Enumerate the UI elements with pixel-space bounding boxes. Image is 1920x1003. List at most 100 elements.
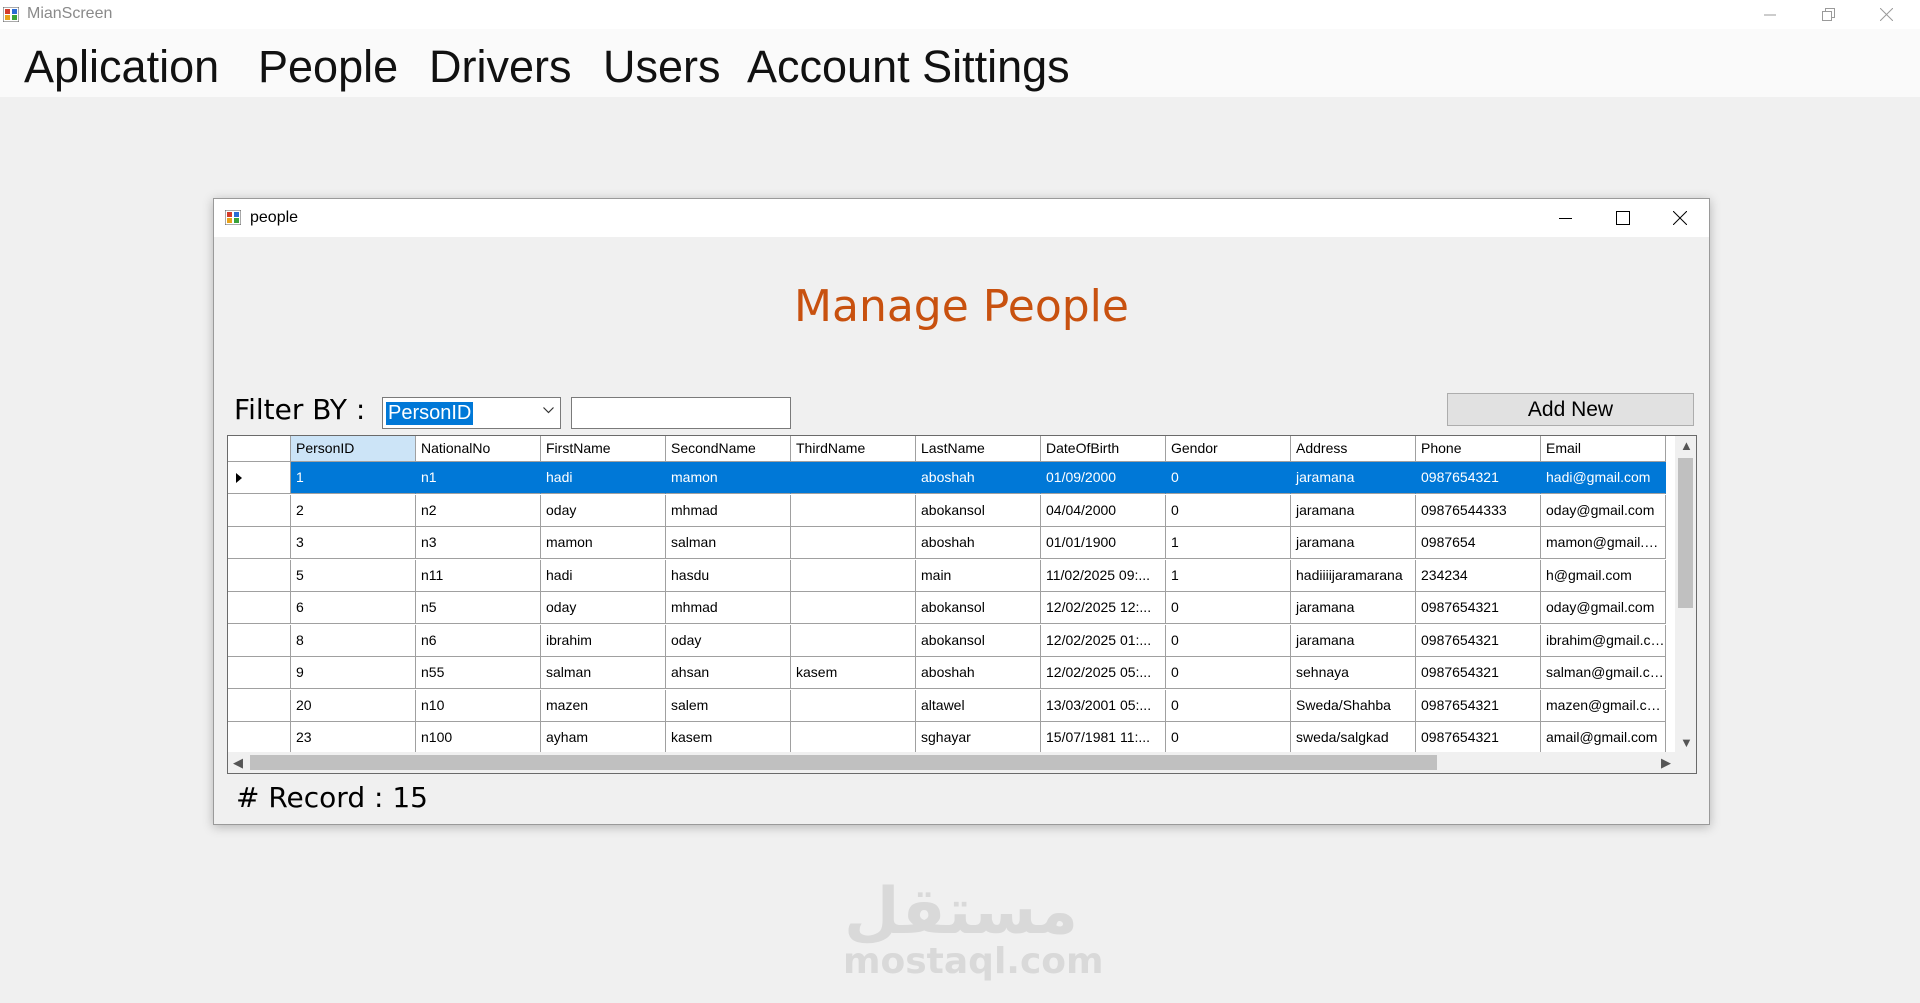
cell-secondname[interactable]: ahsan	[666, 657, 791, 689]
cell-address[interactable]: jaramana	[1291, 624, 1416, 657]
row-header[interactable]	[228, 592, 291, 624]
cell-lastname[interactable]: abokansol	[916, 624, 1041, 657]
cell-lastname[interactable]: abokansol	[916, 592, 1041, 624]
cell-thirdname[interactable]	[791, 527, 916, 559]
table-row[interactable]: 20 n10 mazen salem altawel 13/03/2001 05:... 0…	[228, 689, 1666, 722]
table-row[interactable]: 6 n5 oday mhmad abokansol 12/02/2025 12:... 0 j…	[228, 592, 1666, 624]
cell-email[interactable]: amail@gmail.com	[1541, 722, 1666, 752]
cell-gendor[interactable]: 1	[1166, 527, 1291, 559]
cell-secondname[interactable]: oday	[666, 624, 791, 657]
cell-nationalno[interactable]: n55	[416, 657, 541, 689]
cell-thirdname[interactable]	[791, 722, 916, 752]
menu-account-settings[interactable]: Account Sittings	[747, 41, 1070, 93]
cell-thirdname[interactable]	[791, 559, 916, 592]
grid-header-corner[interactable]	[228, 436, 291, 462]
cell-nationalno[interactable]: n6	[416, 624, 541, 657]
cell-email[interactable]: hadi@gmail.com	[1541, 462, 1666, 494]
column-header-thirdname[interactable]: ThirdName	[791, 436, 916, 462]
cell-email[interactable]: ibrahim@gmail.com	[1541, 624, 1666, 657]
cell-address[interactable]: sehnaya	[1291, 657, 1416, 689]
menu-drivers[interactable]: Drivers	[429, 41, 572, 93]
column-header-lastname[interactable]: LastName	[916, 436, 1041, 462]
cell-address[interactable]: sweda/salgkad	[1291, 722, 1416, 752]
cell-phone[interactable]: 0987654321	[1416, 689, 1541, 722]
cell-dateofbirth[interactable]: 12/02/2025 01:...	[1041, 624, 1166, 657]
main-minimize-button[interactable]	[1741, 0, 1799, 29]
cell-gendor[interactable]: 0	[1166, 494, 1291, 527]
people-close-button[interactable]	[1651, 199, 1709, 237]
column-header-dateofbirth[interactable]: DateOfBirth	[1041, 436, 1166, 462]
cell-secondname[interactable]: salem	[666, 689, 791, 722]
main-close-button[interactable]	[1857, 0, 1915, 29]
cell-thirdname[interactable]	[791, 624, 916, 657]
cell-phone[interactable]: 0987654321	[1416, 592, 1541, 624]
cell-email[interactable]: oday@gmail.com	[1541, 592, 1666, 624]
cell-lastname[interactable]: aboshah	[916, 527, 1041, 559]
cell-firstname[interactable]: hadi	[541, 559, 666, 592]
cell-phone[interactable]: 0987654321	[1416, 624, 1541, 657]
cell-personid[interactable]: 2	[291, 494, 416, 527]
cell-dateofbirth[interactable]: 11/02/2025 09:...	[1041, 559, 1166, 592]
cell-thirdname[interactable]	[791, 462, 916, 494]
people-grid[interactable]: PersonID NationalNo FirstName SecondName Thi…	[227, 435, 1697, 774]
cell-gendor[interactable]: 0	[1166, 722, 1291, 752]
cell-dateofbirth[interactable]: 12/02/2025 05:...	[1041, 657, 1166, 689]
scroll-left-icon[interactable]: ◀	[233, 755, 243, 771]
table-row[interactable]: 3 n3 mamon salman aboshah 01/01/1900 1 jaramana…	[228, 527, 1666, 559]
cell-nationalno[interactable]: n3	[416, 527, 541, 559]
cell-firstname[interactable]: mazen	[541, 689, 666, 722]
cell-secondname[interactable]: mamon	[666, 462, 791, 494]
cell-gendor[interactable]: 0	[1166, 462, 1291, 494]
cell-dateofbirth[interactable]: 01/09/2000	[1041, 462, 1166, 494]
cell-personid[interactable]: 5	[291, 559, 416, 592]
cell-thirdname[interactable]: kasem	[791, 657, 916, 689]
cell-nationalno[interactable]: n100	[416, 722, 541, 752]
cell-firstname[interactable]: salman	[541, 657, 666, 689]
menu-aplication[interactable]: Aplication	[24, 41, 219, 93]
row-header[interactable]	[228, 657, 291, 689]
cell-secondname[interactable]: hasdu	[666, 559, 791, 592]
column-header-phone[interactable]: Phone	[1416, 436, 1541, 462]
row-header[interactable]	[228, 494, 291, 527]
cell-dateofbirth[interactable]: 01/01/1900	[1041, 527, 1166, 559]
column-header-nationalno[interactable]: NationalNo	[416, 436, 541, 462]
row-header[interactable]	[228, 559, 291, 592]
menu-users[interactable]: Users	[603, 41, 721, 93]
cell-firstname[interactable]: ayham	[541, 722, 666, 752]
vertical-scrollbar[interactable]: ▲ ▼	[1675, 436, 1696, 752]
row-header[interactable]	[228, 624, 291, 657]
cell-lastname[interactable]: aboshah	[916, 657, 1041, 689]
column-header-gendor[interactable]: Gendor	[1166, 436, 1291, 462]
cell-gendor[interactable]: 0	[1166, 592, 1291, 624]
cell-personid[interactable]: 8	[291, 624, 416, 657]
cell-address[interactable]: jaramana	[1291, 592, 1416, 624]
scroll-down-icon[interactable]: ▼	[1680, 735, 1693, 750]
table-row[interactable]: 9 n55 salman ahsan kasem aboshah 12/02/2025 05…	[228, 657, 1666, 689]
cell-address[interactable]: jaramana	[1291, 527, 1416, 559]
cell-address[interactable]: jaramana	[1291, 494, 1416, 527]
cell-lastname[interactable]: main	[916, 559, 1041, 592]
cell-personid[interactable]: 9	[291, 657, 416, 689]
add-new-button[interactable]: Add New	[1447, 393, 1694, 426]
cell-secondname[interactable]: mhmad	[666, 494, 791, 527]
cell-phone[interactable]: 0987654	[1416, 527, 1541, 559]
cell-personid[interactable]: 23	[291, 722, 416, 752]
row-header[interactable]	[228, 722, 291, 752]
cell-nationalno[interactable]: n5	[416, 592, 541, 624]
cell-address[interactable]: hadiiiijaramarana	[1291, 559, 1416, 592]
cell-gendor[interactable]: 0	[1166, 624, 1291, 657]
cell-phone[interactable]: 0987654321	[1416, 722, 1541, 752]
cell-email[interactable]: oday@gmail.com	[1541, 494, 1666, 527]
table-row[interactable]: 8 n6 ibrahim oday abokansol 12/02/2025 01:...…	[228, 624, 1666, 657]
row-header[interactable]	[228, 689, 291, 722]
table-row[interactable]: 1 n1 hadi mamon aboshah 01/09/2000 0 jaramana 09…	[228, 462, 1666, 494]
cell-personid[interactable]: 6	[291, 592, 416, 624]
cell-dateofbirth[interactable]: 15/07/1981 11:...	[1041, 722, 1166, 752]
cell-gendor[interactable]: 1	[1166, 559, 1291, 592]
menu-people[interactable]: People	[258, 41, 398, 93]
horizontal-scroll-thumb[interactable]	[250, 755, 1437, 770]
cell-lastname[interactable]: aboshah	[916, 462, 1041, 494]
cell-dateofbirth[interactable]: 13/03/2001 05:...	[1041, 689, 1166, 722]
main-restore-button[interactable]	[1799, 0, 1857, 29]
cell-phone[interactable]: 09876544333	[1416, 494, 1541, 527]
